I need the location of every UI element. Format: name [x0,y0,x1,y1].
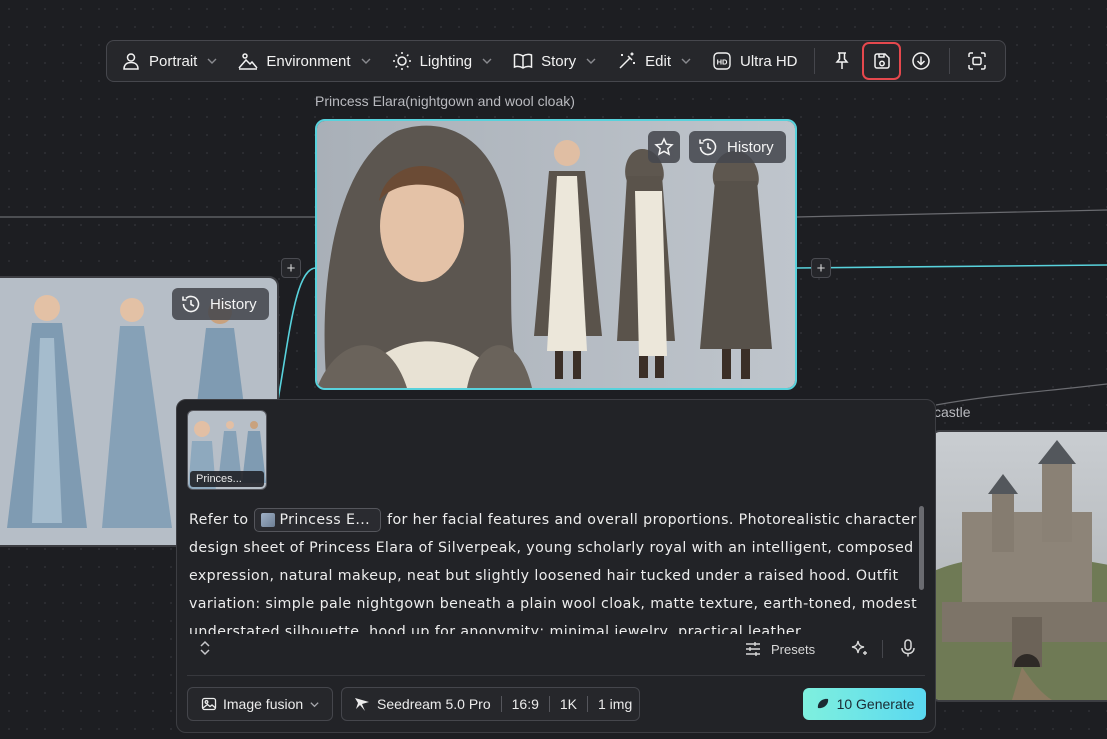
presets-label: Presets [771,641,816,657]
landscape-icon [238,53,258,70]
generate-button[interactable]: 10 Generate [803,688,926,720]
save-to-library-button[interactable] [861,42,902,80]
svg-text:HD: HD [717,58,728,67]
model-select[interactable]: Seedream 5.0 Pro [353,695,491,713]
reference-thumbnail-label: Princes... [190,471,264,487]
ultra-hd-label: Ultra HD [740,52,798,70]
sparkle-icon[interactable] [849,638,869,658]
prompt-panel: Princes... Refer to Princess E... for her … [176,399,936,733]
lighting-label: Lighting [419,52,473,70]
reference-thumbnail[interactable]: Princes... [187,410,267,490]
node-title-princess-elara: Princess Elara(nightgown and wool cloak) [315,93,575,109]
add-output-button[interactable]: + [811,258,831,278]
panel-divider [187,675,925,676]
sun-icon [392,52,411,70]
chevron-down-icon [361,58,371,64]
resolution-select[interactable]: 1K [560,696,577,712]
mode-select[interactable]: Image fusion [187,687,333,721]
chevron-down-icon [586,58,596,64]
pin-icon [835,52,849,69]
history-icon [699,138,717,156]
prompt-textarea[interactable]: Refer to Princess E... for her facial feat… [189,506,919,634]
segment-divider [548,696,550,712]
aspect-ratio-select[interactable]: 16:9 [512,696,539,712]
history-button[interactable]: History [689,131,786,163]
presets-button[interactable]: Presets [744,639,815,659]
model-label: Seedream 5.0 Pro [377,696,491,712]
magic-wand-icon [619,52,636,69]
toolbar-divider [948,48,950,74]
chevron-down-icon [310,701,319,707]
image-node-castle[interactable] [930,430,1107,702]
top-toolbar: Portrait Environment Lighting Story Edit… [106,40,1006,82]
ultra-hd-button[interactable]: HD Ultra HD [712,41,798,81]
lighting-menu[interactable]: Lighting [392,41,494,81]
edit-label: Edit [645,52,671,70]
hd-icon: HD [713,52,731,70]
pin-button[interactable] [824,44,859,78]
screenshot-button[interactable] [960,44,995,78]
model-settings-bar: Seedream 5.0 Pro 16:9 1K 1 img [341,687,640,721]
book-icon [513,53,533,69]
resolution-label: 1K [559,696,577,712]
person-icon [123,53,139,70]
prompt-scrollbar[interactable] [919,506,924,590]
credits-icon [817,698,828,709]
expand-collapse-icon[interactable] [197,640,213,656]
chevron-down-icon [207,58,217,64]
chip-thumbnail-icon [261,513,276,527]
aspect-ratio-label: 16:9 [511,696,539,712]
download-button[interactable] [903,44,938,78]
add-input-button[interactable]: + [281,258,301,278]
microphone-icon[interactable] [898,638,918,658]
story-label: Story [541,52,577,70]
segment-divider [500,696,502,712]
environment-menu[interactable]: Environment [238,41,371,81]
castle-image [932,432,1107,700]
seedream-logo-icon [355,698,369,711]
download-icon [912,52,930,70]
panel-divider [882,640,883,658]
portrait-label: Portrait [149,52,198,70]
portrait-menu[interactable]: Portrait [121,41,218,81]
chevron-down-icon [482,58,492,64]
image-node-princess-elara[interactable]: History [315,119,797,390]
sliders-icon [746,642,760,656]
story-menu[interactable]: Story [513,41,597,81]
environment-label: Environment [266,52,351,70]
history-label: History [210,295,257,313]
prompt-text-start: Refer to [189,512,249,528]
screenshot-icon [968,52,987,70]
node-title-castle: castle [934,404,971,420]
reference-chip-label: Princess E... [279,512,371,528]
favorite-button[interactable] [648,131,680,163]
image-count-label: 1 img [598,696,633,712]
reference-chip[interactable]: Princess E... [254,508,382,532]
star-icon [654,137,674,156]
history-icon [182,295,200,313]
chevron-down-icon [681,58,691,64]
mode-label: Image fusion [223,696,304,712]
image-icon [201,697,217,711]
save-to-library-icon [873,53,890,69]
toolbar-divider [813,48,815,74]
edit-menu[interactable]: Edit [617,41,692,81]
history-button[interactable]: History [172,288,269,320]
segment-divider [587,696,588,712]
history-label: History [727,138,774,156]
image-count-select[interactable]: 1 img [598,696,632,712]
generate-label: 10 Generate [836,696,915,712]
